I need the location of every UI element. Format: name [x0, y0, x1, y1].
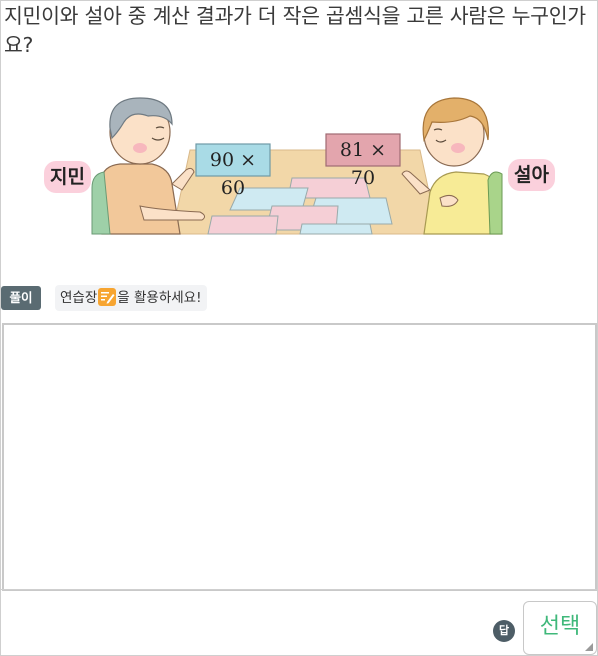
- card-jimin: 90 × 60: [209, 149, 257, 199]
- notepad-hint[interactable]: 연습장 을 활용하세요!: [55, 285, 207, 311]
- notepad-icon[interactable]: [98, 288, 117, 306]
- answer-divider: [1, 589, 597, 590]
- question-text: 지민이와 설아 중 계산 결과가 더 작은 곱셈식을 고른 사람은 누구인가요?: [4, 4, 586, 57]
- dropdown-corner-icon: [585, 643, 593, 651]
- illustration-drawing: [91, 97, 503, 235]
- name-badge-jimin: 지민: [44, 161, 91, 193]
- select-answer-label: 선택: [539, 614, 581, 639]
- hint-text-before: 연습장: [60, 290, 98, 306]
- select-answer-button[interactable]: 선택: [523, 601, 597, 655]
- solution-writing-area[interactable]: [2, 323, 597, 591]
- problem-illustration: 90 × 60 81 × 70 지민 설아: [40, 88, 562, 236]
- hint-text-after: 을 활용하세요!: [117, 290, 202, 306]
- solution-tag: 풀이: [1, 286, 41, 310]
- answer-tag: 답: [493, 620, 515, 642]
- card-seoa: 81 × 70: [339, 139, 387, 189]
- name-badge-seoa: 설아: [508, 159, 555, 191]
